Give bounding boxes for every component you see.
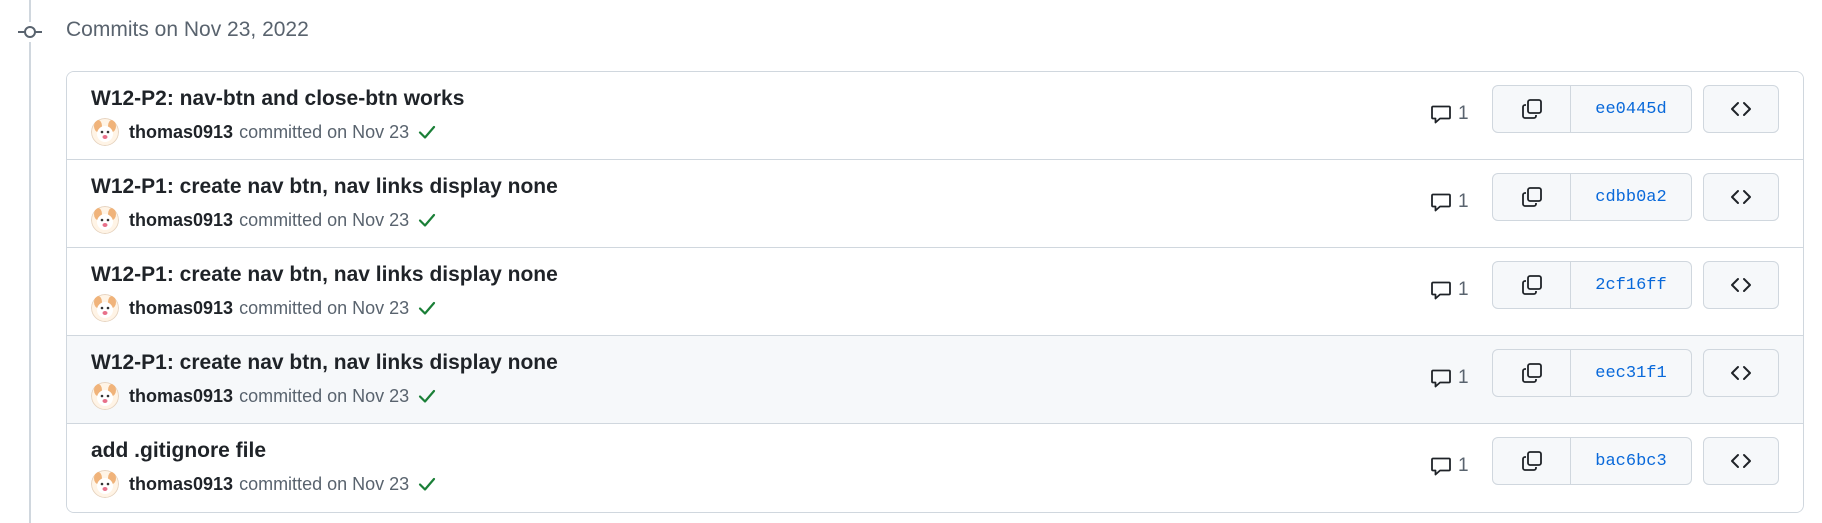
sha-button-group: cdbb0a2	[1492, 173, 1692, 221]
commit-row: W12-P1: create nav btn, nav links displa…	[67, 336, 1803, 424]
copy-sha-button[interactable]	[1492, 261, 1571, 309]
comment-icon	[1431, 457, 1451, 476]
commit-date: committed on Nov 23	[239, 473, 410, 494]
comment-count: 1	[1458, 367, 1469, 388]
code-icon	[1731, 278, 1751, 292]
check-icon[interactable]	[417, 474, 437, 494]
comment-icon	[1431, 281, 1451, 300]
commit-author-link[interactable]: thomas0913	[129, 386, 233, 407]
commit-date: committed on Nov 23	[239, 297, 410, 318]
commit-message-link[interactable]: W12-P2: nav-btn and close-btn works	[91, 87, 464, 111]
commit-row: W12-P1: create nav btn, nav links displa…	[67, 248, 1803, 336]
commit-meta: thomas0913 committed on Nov 23	[91, 382, 437, 410]
avatar[interactable]	[91, 206, 119, 234]
browse-repo-button[interactable]	[1703, 261, 1779, 309]
copy-icon	[1521, 187, 1542, 207]
comment-count-link[interactable]: 1	[1430, 455, 1469, 477]
commit-sha-link[interactable]: 2cf16ff	[1571, 261, 1692, 309]
code-icon	[1731, 366, 1751, 380]
browse-repo-button[interactable]	[1703, 349, 1779, 397]
copy-sha-button[interactable]	[1492, 437, 1571, 485]
avatar[interactable]	[91, 470, 119, 498]
commit-sha-link[interactable]: cdbb0a2	[1571, 173, 1692, 221]
commit-author-link[interactable]: thomas0913	[129, 210, 233, 231]
copy-sha-button[interactable]	[1492, 85, 1571, 133]
copy-icon	[1521, 99, 1542, 119]
comment-icon	[1431, 369, 1451, 388]
copy-icon	[1521, 451, 1542, 471]
commit-group-title: Commits on Nov 23, 2022	[66, 18, 309, 41]
code-icon	[1731, 102, 1751, 116]
commit-message-link[interactable]: add .gitignore file	[91, 439, 266, 463]
sha-button-group: 2cf16ff	[1492, 261, 1692, 309]
sha-button-group: eec31f1	[1492, 349, 1692, 397]
comment-icon	[1431, 105, 1451, 124]
commit-message-link[interactable]: W12-P1: create nav btn, nav links displa…	[91, 175, 558, 199]
commit-row: W12-P2: nav-btn and close-btn works thom…	[67, 72, 1803, 160]
browse-repo-button[interactable]	[1703, 437, 1779, 485]
commit-date: committed on Nov 23	[239, 385, 410, 406]
copy-icon	[1521, 275, 1542, 295]
sha-button-group: bac6bc3	[1492, 437, 1692, 485]
commit-message-link[interactable]: W12-P1: create nav btn, nav links displa…	[91, 351, 558, 375]
comment-count-link[interactable]: 1	[1430, 103, 1469, 125]
code-icon	[1731, 190, 1751, 204]
commit-meta: thomas0913 committed on Nov 23	[91, 294, 437, 322]
avatar[interactable]	[91, 382, 119, 410]
commit-sha-link[interactable]: bac6bc3	[1571, 437, 1692, 485]
comment-count-link[interactable]: 1	[1430, 279, 1469, 301]
comment-count-link[interactable]: 1	[1430, 191, 1469, 213]
comment-count: 1	[1458, 103, 1469, 124]
commit-message-link[interactable]: W12-P1: create nav btn, nav links displa…	[91, 263, 558, 287]
check-icon[interactable]	[417, 386, 437, 406]
commits-page: Commits on Nov 23, 2022 W12-P2: nav-btn …	[0, 0, 1822, 523]
copy-icon	[1521, 363, 1542, 383]
commit-sha-link[interactable]: ee0445d	[1571, 85, 1692, 133]
comment-count: 1	[1458, 191, 1469, 212]
commit-meta: thomas0913 committed on Nov 23	[91, 118, 437, 146]
commit-meta: thomas0913 committed on Nov 23	[91, 470, 437, 498]
commit-sha-link[interactable]: eec31f1	[1571, 349, 1692, 397]
comment-count: 1	[1458, 279, 1469, 300]
commit-meta: thomas0913 committed on Nov 23	[91, 206, 437, 234]
avatar[interactable]	[91, 294, 119, 322]
commit-author-link[interactable]: thomas0913	[129, 298, 233, 319]
commit-date: committed on Nov 23	[239, 209, 410, 230]
commit-list: W12-P2: nav-btn and close-btn works thom…	[66, 71, 1804, 513]
code-icon	[1731, 454, 1751, 468]
avatar[interactable]	[91, 118, 119, 146]
check-icon[interactable]	[417, 210, 437, 230]
sha-button-group: ee0445d	[1492, 85, 1692, 133]
comment-count-link[interactable]: 1	[1430, 367, 1469, 389]
browse-repo-button[interactable]	[1703, 173, 1779, 221]
commit-author-link[interactable]: thomas0913	[129, 122, 233, 143]
comment-count: 1	[1458, 455, 1469, 476]
commit-row: add .gitignore file thomas0913 committed…	[67, 424, 1803, 512]
commit-row: W12-P1: create nav btn, nav links displa…	[67, 160, 1803, 248]
copy-sha-button[interactable]	[1492, 173, 1571, 221]
comment-icon	[1431, 193, 1451, 212]
copy-sha-button[interactable]	[1492, 349, 1571, 397]
commit-author-link[interactable]: thomas0913	[129, 474, 233, 495]
check-icon[interactable]	[417, 298, 437, 318]
git-commit-icon	[18, 22, 42, 42]
browse-repo-button[interactable]	[1703, 85, 1779, 133]
commit-date: committed on Nov 23	[239, 121, 410, 142]
check-icon[interactable]	[417, 122, 437, 142]
timeline-line	[29, 0, 31, 523]
